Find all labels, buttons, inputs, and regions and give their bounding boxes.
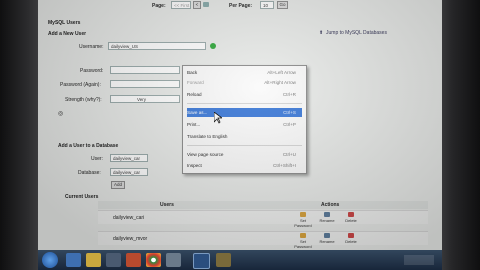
add-new-user-title: Add a New User: [48, 31, 87, 37]
strength-label: Strength (why?):: [65, 97, 102, 103]
help-icon[interactable]: ◎: [58, 110, 63, 117]
delete-link[interactable]: Delete: [340, 239, 362, 244]
table-row: dailyview_cari Set Password Rename Delet…: [98, 210, 428, 228]
ie-icon[interactable]: [66, 253, 81, 267]
menu-item-inspect[interactable]: Inspect Ctrl+Shift+I: [187, 161, 302, 170]
taskbar: [38, 250, 442, 270]
menu-item-shortcut: Ctrl+Shift+I: [273, 163, 296, 168]
strength-meter: Very: [110, 95, 180, 103]
menu-item-reload[interactable]: Reload Ctrl+R: [187, 90, 302, 99]
rename-icon: [324, 233, 330, 238]
page-icon: [203, 2, 209, 7]
users-table-header: Users Actions: [98, 201, 428, 209]
delete-icon: [348, 212, 354, 217]
monitor-bezel-right: [440, 0, 480, 270]
menu-item-label: Forward: [187, 80, 204, 85]
menu-item-save-as[interactable]: Save as... Ctrl+S: [187, 108, 302, 117]
rename-icon: [324, 212, 330, 217]
prev-page-button[interactable]: <: [193, 1, 201, 9]
menu-separator: [187, 103, 302, 104]
go-button[interactable]: Go: [277, 1, 288, 9]
media-player-icon[interactable]: [106, 253, 121, 267]
table-row: dailyview_mvor Set Password Rename Delet…: [98, 231, 428, 249]
menu-item-label: View page source: [187, 152, 224, 157]
per-page-label: Per Page:: [229, 3, 253, 9]
set-password-link[interactable]: Set Password: [292, 218, 314, 228]
delete-link[interactable]: Delete: [340, 218, 362, 223]
menu-item-shortcut: Alt+Left Arrow: [267, 70, 296, 75]
strength-value: Very: [137, 97, 147, 102]
password-input[interactable]: [110, 66, 180, 74]
user-select-label: User:: [91, 156, 103, 162]
up-arrow-icon: ⬆: [319, 30, 324, 36]
add-to-db-title: Add a User to a Database: [58, 143, 119, 149]
menu-item-label: Back: [187, 70, 198, 75]
menu-item-translate[interactable]: Translate to English: [187, 132, 302, 141]
jump-to-databases-link[interactable]: Jump to MySQL Databases: [326, 30, 387, 36]
menu-item-shortcut: Ctrl+U: [282, 152, 296, 157]
chrome-icon[interactable]: [146, 253, 161, 267]
browser-viewport: Page: << First < Per Page: 10 Go MySQL U…: [38, 0, 442, 250]
password-label: Password:: [80, 68, 104, 74]
first-page-button[interactable]: << First: [171, 1, 191, 9]
monitor-bezel-left: [0, 0, 38, 270]
section-title: MySQL Users: [48, 20, 81, 26]
menu-item-print[interactable]: Print... Ctrl+P: [187, 120, 302, 129]
key-icon: [300, 233, 306, 238]
firefox-icon[interactable]: [126, 253, 141, 267]
rename-link[interactable]: Rename: [316, 218, 338, 223]
menu-item-shortcut: Alt+Right Arrow: [264, 80, 296, 85]
menu-item-view-source[interactable]: View page source Ctrl+U: [187, 150, 302, 159]
menu-item-label: Print...: [187, 122, 201, 127]
delete-icon: [348, 233, 354, 238]
mouse-cursor-icon: [214, 112, 222, 124]
folder-icon[interactable]: [86, 253, 101, 267]
system-clock[interactable]: [404, 255, 434, 265]
user-name: dailyview_mvor: [113, 236, 148, 242]
active-window-icon[interactable]: [193, 253, 210, 269]
col-users: Users: [160, 202, 174, 208]
current-users-title: Current Users: [65, 194, 99, 200]
menu-item-label: Reload: [187, 92, 202, 97]
menu-item-label: Translate to English: [187, 134, 228, 139]
menu-item-label: Save as...: [187, 110, 208, 115]
menu-item-shortcut: Ctrl+P: [283, 122, 296, 127]
menu-separator: [187, 145, 302, 146]
start-button-icon[interactable]: [42, 252, 58, 268]
menu-item-shortcut: Ctrl+R: [282, 92, 296, 97]
add-button[interactable]: Add: [111, 181, 125, 189]
col-actions: Actions: [321, 202, 340, 208]
app-icon[interactable]: [216, 253, 231, 267]
username-label: Username:: [79, 44, 104, 50]
key-icon: [300, 212, 306, 217]
per-page-input[interactable]: 10: [260, 1, 274, 9]
rename-link[interactable]: Rename: [316, 239, 338, 244]
valid-check-icon: [210, 43, 216, 49]
database-select[interactable]: dailyview_car: [110, 168, 148, 176]
menu-item-shortcut: Ctrl+S: [283, 110, 296, 115]
password-again-input[interactable]: [110, 80, 180, 88]
app-icon[interactable]: [166, 253, 181, 267]
menu-item-back[interactable]: Back Alt+Left Arrow: [187, 68, 302, 77]
menu-item-forward[interactable]: Forward Alt+Right Arrow: [187, 78, 302, 87]
set-password-link[interactable]: Set Password: [292, 239, 314, 249]
user-select[interactable]: dailyview_car: [110, 154, 148, 162]
page-label: Page:: [152, 3, 166, 9]
context-menu: Back Alt+Left Arrow Forward Alt+Right Arro…: [182, 65, 307, 174]
database-select-label: Database:: [78, 170, 101, 176]
password-again-label: Password (Again):: [60, 82, 101, 88]
username-input[interactable]: dailyview_US: [108, 42, 206, 50]
menu-item-label: Inspect: [187, 163, 202, 168]
user-name: dailyview_cari: [113, 215, 145, 221]
